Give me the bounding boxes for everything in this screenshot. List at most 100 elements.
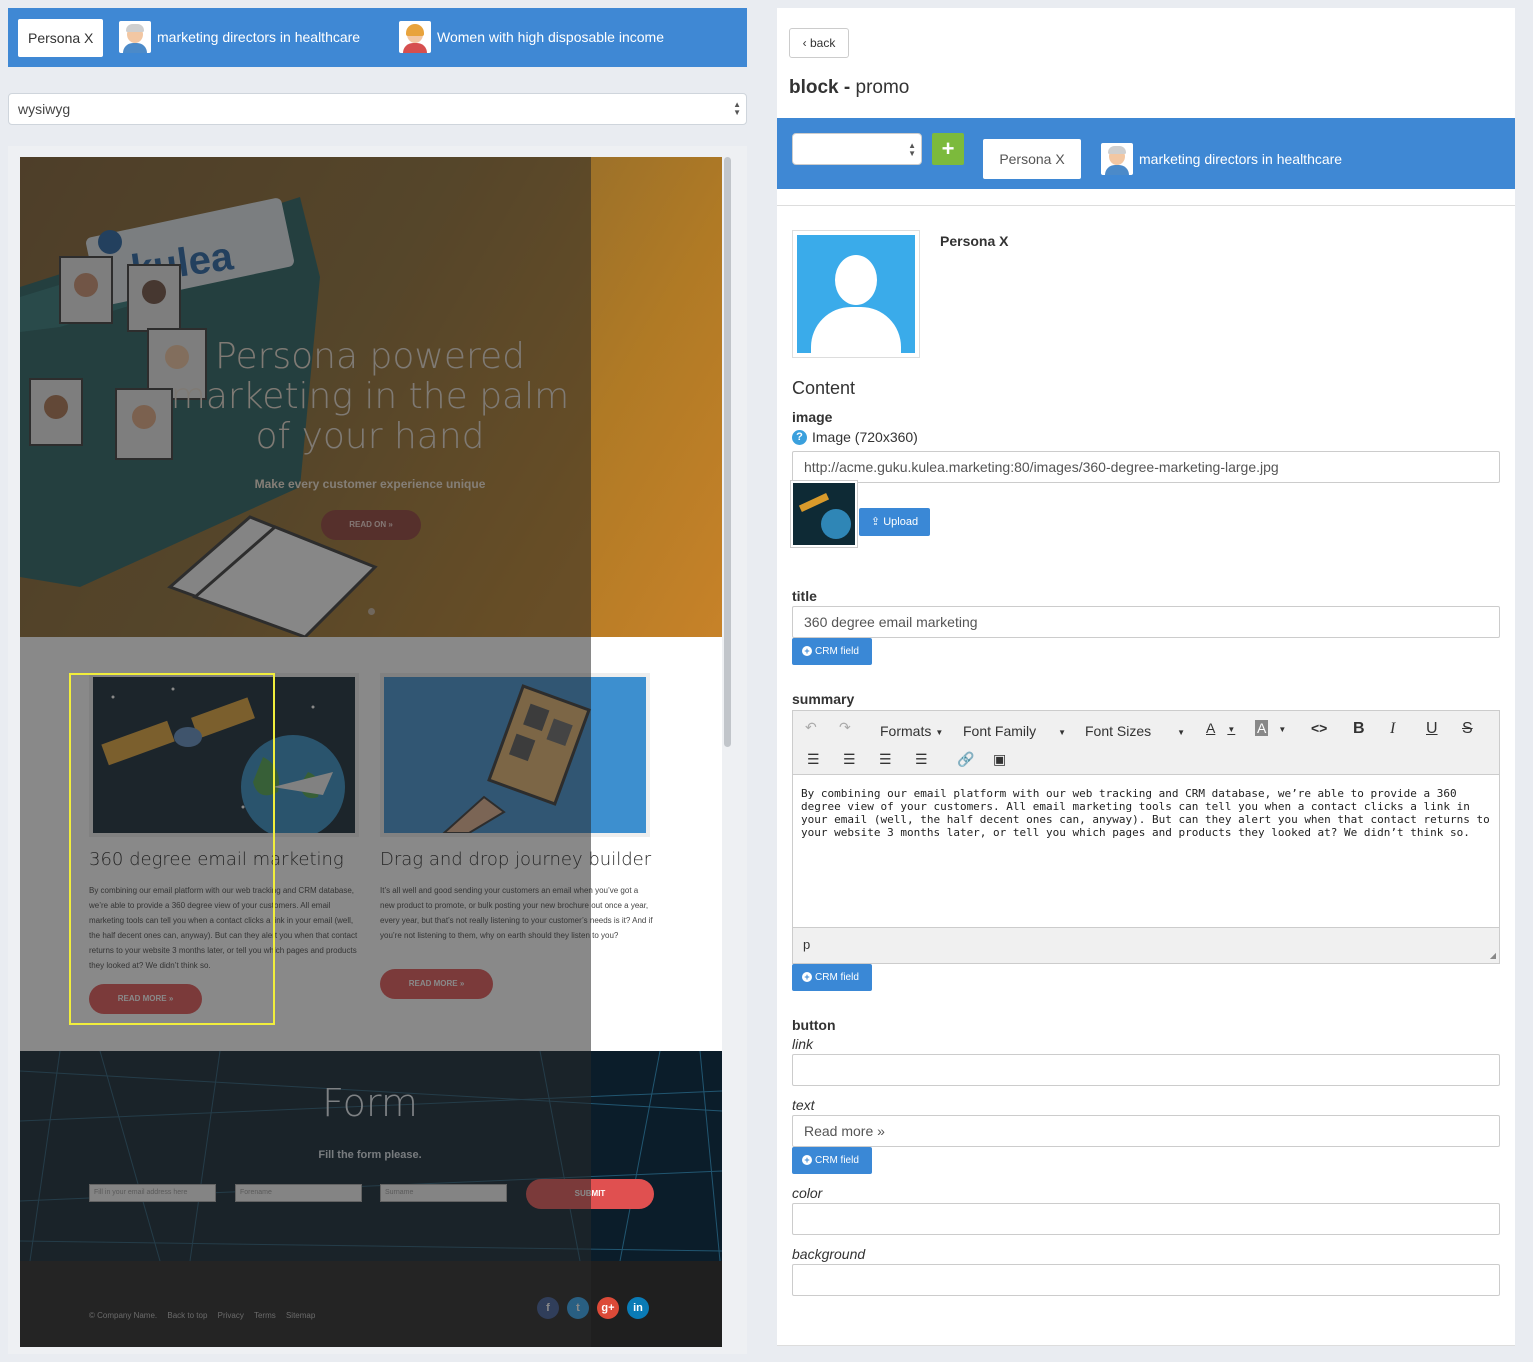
link-label: link xyxy=(792,1036,814,1052)
persona-tab-active[interactable]: Persona X xyxy=(983,139,1081,179)
button-color-input[interactable] xyxy=(792,1203,1500,1235)
hero-subtitle: Make every customer experience unique xyxy=(254,477,486,491)
page-preview[interactable]: kulea Persona powered marketing in the p xyxy=(20,157,722,1347)
image-label: image xyxy=(792,409,833,425)
woman-avatar-icon xyxy=(399,21,431,53)
button-crm-field-button[interactable]: + CRM field xyxy=(792,1147,872,1174)
summary-editor-content[interactable]: By combining our email platform with our… xyxy=(801,787,1491,839)
underline-icon[interactable]: U xyxy=(1426,720,1438,738)
caret-down-icon: ▼ xyxy=(1227,724,1236,734)
rich-text-editor: ↶ ↷ Formats ▼ Font Family ▼ Font Sizes ▼ A ▼… xyxy=(792,710,1500,964)
formats-label: Formats xyxy=(880,723,932,739)
button-background-input[interactable] xyxy=(792,1264,1500,1296)
persona-tab-women[interactable]: Women with high disposable income xyxy=(399,21,664,53)
crm-label: CRM field xyxy=(815,1155,859,1166)
persona-tab-healthcare[interactable]: marketing directors in healthcare xyxy=(119,21,360,53)
image-url-input[interactable]: http://acme.guku.kulea.marketing:80/imag… xyxy=(792,451,1500,483)
font-family-dropdown[interactable]: Font Family ▼ xyxy=(963,723,1066,739)
footer-link-terms[interactable]: Terms xyxy=(254,1311,276,1320)
question-icon[interactable]: ? xyxy=(792,429,807,445)
footer-copyright: © Company Name. xyxy=(89,1311,158,1320)
button-link-input[interactable] xyxy=(792,1054,1500,1086)
align-left-icon[interactable]: ☰ xyxy=(807,751,820,768)
summary-label: summary xyxy=(792,691,855,707)
card-read-more-button[interactable]: READ MORE » xyxy=(380,969,493,999)
bold-icon[interactable]: B xyxy=(1353,720,1365,738)
persona-avatar xyxy=(792,230,920,358)
italic-icon[interactable]: I xyxy=(1390,720,1395,738)
title-label: title xyxy=(792,588,817,604)
editor-statusbar: p ◢ xyxy=(793,927,1499,963)
editor-toolbar: ↶ ↷ Formats ▼ Font Family ▼ Font Sizes ▼ A ▼… xyxy=(793,711,1499,775)
background-color-button[interactable]: A ▼ xyxy=(1255,720,1286,736)
footer-link-sitemap[interactable]: Sitemap xyxy=(286,1311,315,1320)
mode-select-value: wysiwyg xyxy=(18,101,71,117)
resize-handle-icon[interactable]: ◢ xyxy=(1490,951,1496,960)
caret-down-icon: ▼ xyxy=(1177,727,1186,737)
strikethrough-icon[interactable]: S xyxy=(1462,720,1473,738)
mode-select[interactable]: wysiwyg ▲ ▼ xyxy=(8,93,747,125)
linkedin-icon[interactable]: in xyxy=(627,1297,649,1319)
block-type-label: block - xyxy=(789,77,851,98)
block-editor-panel: ‹ back block - promo ▲ ▼ + Persona X mark… xyxy=(777,8,1515,1346)
persona-tab-active[interactable]: Persona X xyxy=(18,19,104,57)
formats-dropdown[interactable]: Formats ▼ xyxy=(880,723,943,739)
facebook-icon[interactable]: f xyxy=(537,1297,559,1319)
card-image-satellite xyxy=(89,673,359,839)
hero-section[interactable]: kulea Persona powered marketing in the p xyxy=(20,157,722,637)
text-color-button[interactable]: A ▼ xyxy=(1206,720,1235,736)
add-persona-button[interactable]: + xyxy=(932,133,964,165)
background-label: background xyxy=(792,1246,866,1262)
divider xyxy=(777,205,1515,206)
code-icon[interactable]: <> xyxy=(1311,720,1327,736)
font-sizes-dropdown[interactable]: Font Sizes ▼ xyxy=(1085,723,1185,739)
footer-links: © Company Name. Back to top Privacy Term… xyxy=(89,1311,323,1320)
footer-link-privacy[interactable]: Privacy xyxy=(218,1311,244,1320)
journey-illustration xyxy=(441,684,591,834)
align-center-icon[interactable]: ☰ xyxy=(843,751,856,768)
persona-tab-healthcare[interactable]: marketing directors in healthcare xyxy=(1101,143,1342,175)
footer-link-back-to-top[interactable]: Back to top xyxy=(167,1311,207,1320)
divider xyxy=(777,1345,1515,1346)
persona-tab-label: Women with high disposable income xyxy=(437,29,664,45)
summary-crm-field-button[interactable]: + CRM field xyxy=(792,964,872,991)
persona-bar: Persona X marketing directors in healthc… xyxy=(8,8,747,67)
redo-icon[interactable]: ↷ xyxy=(839,719,851,736)
persona-tab-label: marketing directors in healthcare xyxy=(1139,151,1343,167)
hero-read-on-button[interactable]: READ ON » xyxy=(321,510,421,540)
form-subtitle: Fill the form please. xyxy=(318,1149,422,1161)
select-arrows-icon: ▲ ▼ xyxy=(733,100,741,117)
content-heading: Content xyxy=(792,378,856,398)
twitter-icon[interactable]: t xyxy=(567,1297,589,1319)
card-image-journey xyxy=(380,673,650,837)
forename-field[interactable]: Forename xyxy=(235,1184,362,1202)
preview-scrollbar[interactable] xyxy=(724,157,731,747)
upload-button[interactable]: ⇪ Upload xyxy=(859,508,930,536)
button-text-input[interactable]: Read more » xyxy=(792,1115,1500,1147)
crm-label: CRM field xyxy=(815,646,859,657)
element-path[interactable]: p xyxy=(803,937,810,952)
persona-tab-label: marketing directors in healthcare xyxy=(157,29,361,45)
font-sizes-label: Font Sizes xyxy=(1085,723,1152,739)
card-read-more-button[interactable]: READ MORE » xyxy=(89,984,202,1014)
page-footer: © Company Name. Back to top Privacy Term… xyxy=(20,1261,722,1347)
surname-field[interactable]: Surname xyxy=(380,1184,507,1202)
man-avatar-icon xyxy=(119,21,151,53)
title-input[interactable]: 360 degree email marketing xyxy=(792,606,1500,638)
email-field[interactable]: Fill in your email address here xyxy=(89,1184,216,1202)
persona-select[interactable]: ▲ ▼ xyxy=(792,133,922,165)
google-plus-icon[interactable]: g+ xyxy=(597,1297,619,1319)
align-justify-icon[interactable]: ☰ xyxy=(915,751,928,768)
back-button[interactable]: ‹ back xyxy=(789,28,849,58)
carousel-dot[interactable] xyxy=(368,608,375,615)
title-crm-field-button[interactable]: + CRM field xyxy=(792,638,872,665)
submit-button[interactable]: SUBMIT xyxy=(526,1179,654,1209)
select-arrows-icon: ▲ ▼ xyxy=(908,141,916,158)
image-thumbnail[interactable] xyxy=(790,480,858,548)
caret-down-icon: ▼ xyxy=(935,727,944,737)
image-icon[interactable]: ▣ xyxy=(993,751,1006,768)
card-text: By combining our email platform with our… xyxy=(89,886,358,970)
align-right-icon[interactable]: ☰ xyxy=(879,751,892,768)
link-icon[interactable]: 🔗 xyxy=(957,751,974,768)
undo-icon[interactable]: ↶ xyxy=(805,719,817,736)
